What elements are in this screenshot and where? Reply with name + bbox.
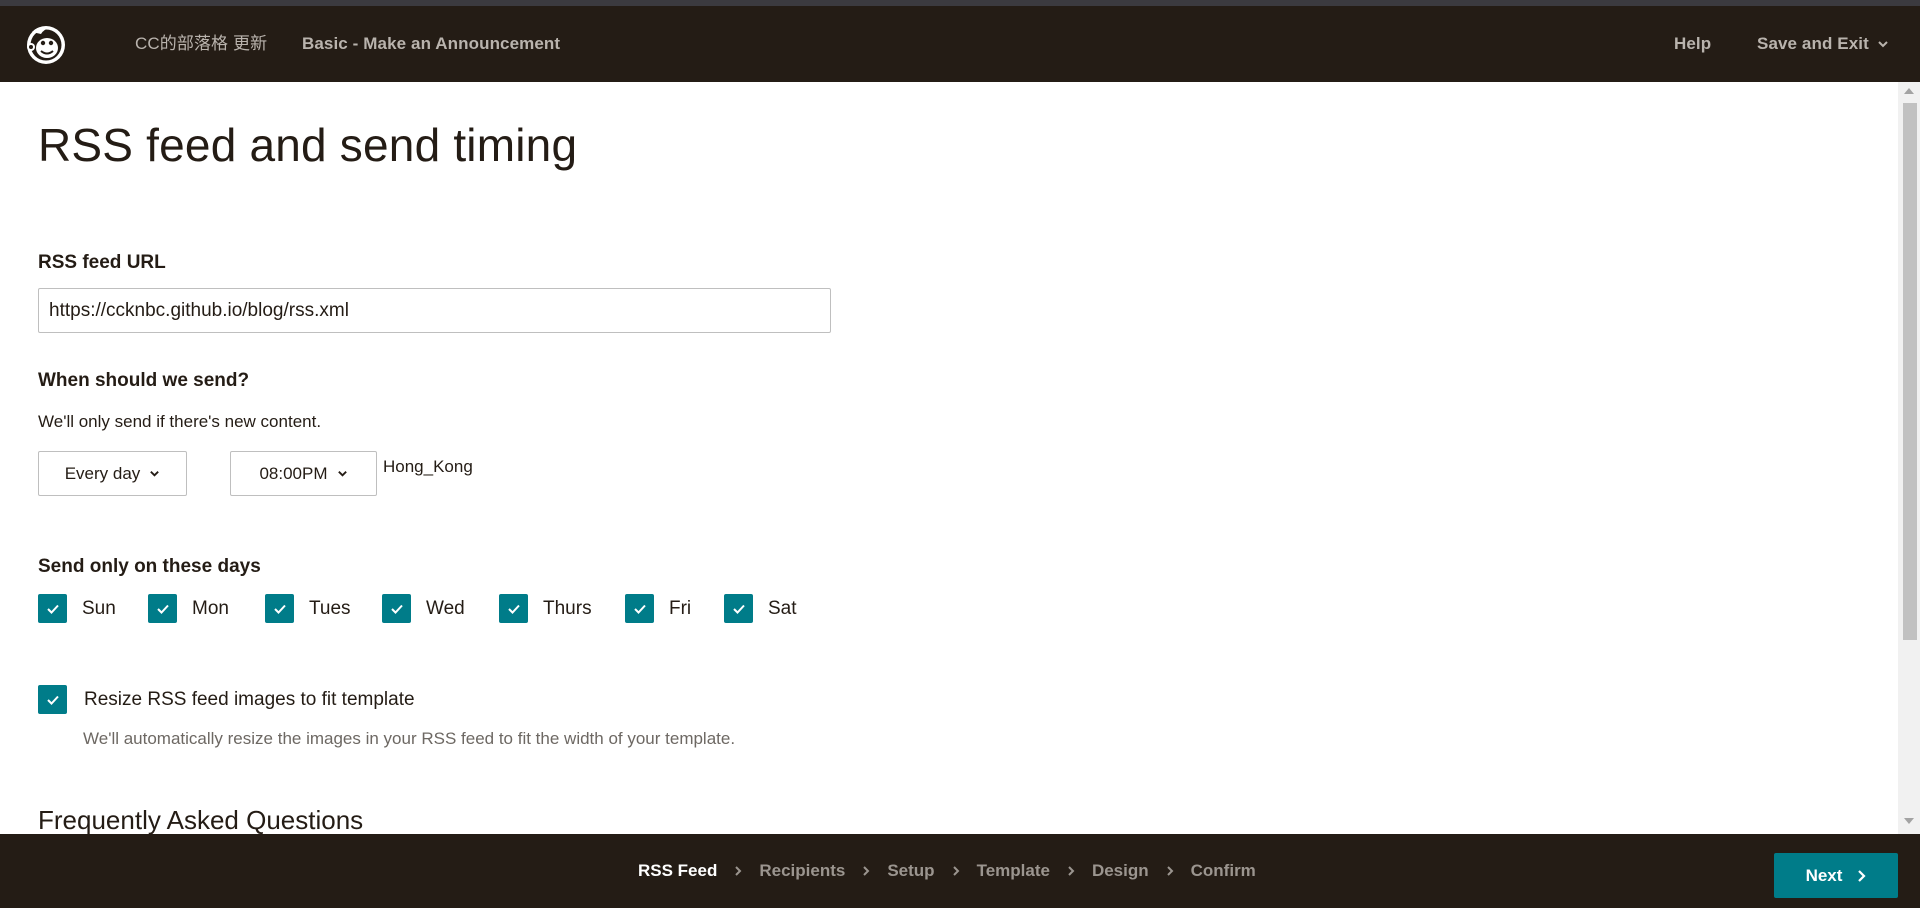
chevron-down-icon	[150, 471, 160, 477]
timezone-label: Hong_Kong	[383, 457, 473, 476]
send-days-label: Send only on these days	[38, 556, 261, 577]
chevron-down-icon	[337, 471, 347, 477]
step-confirm[interactable]: Confirm	[1191, 861, 1256, 881]
chevron-right-icon	[1166, 866, 1174, 876]
checkbox-checked-icon[interactable]	[265, 594, 294, 623]
step-template[interactable]: Template	[977, 861, 1050, 881]
day-label: Tues	[309, 597, 351, 619]
chevron-down-icon	[1878, 41, 1888, 48]
day-checkbox-thurs[interactable]: Thurs	[499, 594, 592, 623]
checkbox-checked-icon[interactable]	[38, 685, 67, 714]
day-checkbox-wed[interactable]: Wed	[382, 594, 465, 623]
resize-images-help: We'll automatically resize the images in…	[83, 729, 736, 748]
day-checkbox-sun[interactable]: Sun	[38, 594, 116, 623]
day-label: Sat	[768, 597, 797, 619]
step-rss-feed[interactable]: RSS Feed	[638, 861, 717, 881]
help-link[interactable]: Help	[1674, 6, 1711, 82]
frequency-select[interactable]: Every day	[38, 451, 187, 496]
resize-images-label: Resize RSS feed images to fit template	[84, 688, 415, 710]
app-header: CC的部落格 更新 Basic - Make an Announcement H…	[0, 6, 1920, 82]
faq-heading: Frequently Asked Questions	[38, 805, 364, 835]
wizard-steps: RSS Feed Recipients Setup Template Desig…	[638, 834, 1256, 908]
rss-url-input[interactable]	[38, 288, 831, 333]
step-setup[interactable]: Setup	[887, 861, 934, 881]
rss-url-label: RSS feed URL	[38, 252, 166, 273]
day-checkbox-mon[interactable]: Mon	[148, 594, 229, 623]
checkbox-checked-icon[interactable]	[625, 594, 654, 623]
scrollbar-thumb[interactable]	[1903, 103, 1917, 640]
scroll-up-arrow-icon[interactable]	[1904, 88, 1914, 94]
frequency-value: Every day	[64, 463, 141, 483]
chevron-right-icon	[1068, 866, 1075, 876]
day-label: Sun	[82, 597, 116, 619]
save-and-exit-button[interactable]: Save and Exit	[1757, 6, 1889, 82]
send-timing-label: When should we send?	[38, 370, 250, 391]
day-label: Thurs	[543, 597, 592, 619]
day-checkbox-tues[interactable]: Tues	[265, 594, 351, 623]
chevron-right-icon	[863, 866, 870, 876]
campaign-type[interactable]: Basic - Make an Announcement	[302, 6, 560, 82]
day-label: Mon	[192, 597, 229, 619]
checkbox-checked-icon[interactable]	[148, 594, 177, 623]
time-select[interactable]: 08:00PM	[230, 451, 377, 496]
chevron-right-icon	[952, 866, 959, 876]
campaign-name[interactable]: CC的部落格 更新	[135, 6, 267, 82]
freddie-logo-icon[interactable]	[22, 20, 70, 68]
save-and-exit-label: Save and Exit	[1757, 34, 1869, 53]
wizard-footer: RSS Feed Recipients Setup Template Desig…	[0, 834, 1920, 908]
checkbox-checked-icon[interactable]	[499, 594, 528, 623]
day-label: Wed	[426, 597, 465, 619]
next-button-label: Next	[1805, 865, 1843, 885]
page-title: RSS feed and send timing	[38, 119, 578, 171]
day-checkbox-fri[interactable]: Fri	[625, 594, 691, 623]
step-recipients[interactable]: Recipients	[759, 861, 845, 881]
checkbox-checked-icon[interactable]	[382, 594, 411, 623]
scroll-down-arrow-icon[interactable]	[1904, 818, 1914, 824]
next-button[interactable]: Next	[1774, 853, 1898, 898]
day-checkbox-sat[interactable]: Sat	[724, 594, 797, 623]
resize-images-checkbox[interactable]: Resize RSS feed images to fit template	[38, 685, 415, 714]
send-timing-subtext: We'll only send if there's new content.	[38, 412, 322, 431]
checkbox-checked-icon[interactable]	[724, 594, 753, 623]
checkbox-checked-icon[interactable]	[38, 594, 67, 623]
chevron-right-icon	[1858, 869, 1866, 882]
chevron-right-icon	[735, 866, 742, 876]
day-label: Fri	[669, 597, 692, 619]
time-value: 08:00PM	[259, 463, 328, 483]
step-design[interactable]: Design	[1092, 861, 1149, 881]
